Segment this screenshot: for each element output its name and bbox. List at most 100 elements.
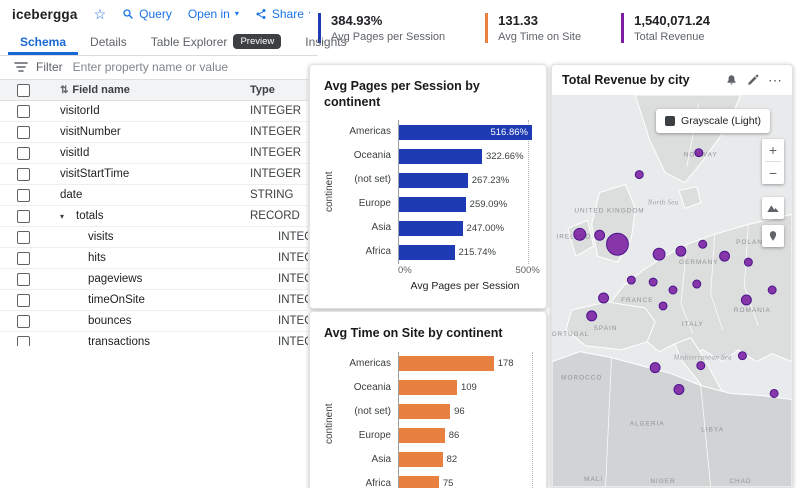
- topbar: icebergga ☆ Query Open in ▾ Share ▾: [0, 0, 313, 28]
- gridline: [532, 351, 533, 488]
- zoom-in-button[interactable]: +: [762, 139, 784, 161]
- row-checkbox[interactable]: [16, 146, 30, 160]
- value-label: 109: [460, 382, 477, 394]
- table-row: transactionsINTEGERNULLABLE: [0, 332, 308, 346]
- bar[interactable]: [399, 196, 466, 212]
- row-checkbox[interactable]: [16, 293, 30, 307]
- table-row: visitsINTEGERNULLABLE: [0, 227, 308, 248]
- map-country-label: NIGER: [650, 478, 675, 485]
- select-all-checkbox[interactable]: [16, 83, 30, 97]
- map-canvas[interactable]: NORWAYNorth SeaUNITED KINGDOMIRELANDGERM…: [552, 95, 792, 487]
- city-revenue-bubble[interactable]: [692, 279, 702, 289]
- star-icon[interactable]: ☆: [94, 6, 107, 23]
- map-sea-label: Mediterranean Sea: [673, 354, 733, 362]
- category-label: (not set): [354, 405, 391, 417]
- city-revenue-bubble[interactable]: [668, 285, 678, 295]
- city-revenue-bubble[interactable]: [634, 170, 644, 180]
- field-name: date: [60, 189, 83, 201]
- chart-title: Avg Time on Site by continent: [324, 326, 503, 340]
- bar[interactable]: [399, 428, 445, 444]
- field-type: INTEGER: [278, 231, 308, 243]
- row-checkbox[interactable]: [16, 125, 30, 139]
- panel-avg-time-on-site: Avg Time on Site by continent continent …: [309, 311, 547, 488]
- bar[interactable]: [399, 356, 494, 372]
- city-revenue-bubble[interactable]: [719, 250, 731, 262]
- city-revenue-bubble[interactable]: [696, 361, 706, 371]
- category-label: Americas: [349, 357, 391, 369]
- filter-input[interactable]: [70, 59, 275, 75]
- row-checkbox[interactable]: [16, 188, 30, 202]
- row-checkbox[interactable]: [16, 209, 30, 223]
- value-label: 82: [446, 454, 458, 466]
- zoom-out-button[interactable]: −: [762, 162, 784, 184]
- kpi-label: Avg Time on Site: [498, 31, 582, 43]
- city-revenue-bubble[interactable]: [740, 294, 752, 306]
- collapse-icon[interactable]: ▾: [60, 212, 76, 221]
- row-checkbox[interactable]: [16, 167, 30, 181]
- city-revenue-bubble[interactable]: [698, 239, 708, 249]
- city-revenue-bubble[interactable]: [652, 247, 666, 261]
- table-row: visitorIdINTEGERNULLABLE: [0, 101, 308, 122]
- plot-area: 516.86% 322.66% 267.23% 259.09% 247.00% 215.7…: [398, 120, 532, 265]
- bar[interactable]: [399, 220, 463, 236]
- city-revenue-bubble[interactable]: [743, 257, 753, 267]
- row-checkbox[interactable]: [16, 314, 30, 328]
- category-axis: Americas Oceania (not set) Europe Asia Africa: [337, 120, 398, 264]
- row-checkbox[interactable]: [16, 104, 30, 118]
- row-checkbox[interactable]: [16, 335, 30, 346]
- bar[interactable]: [399, 172, 468, 188]
- value-label: 267.23%: [471, 174, 510, 186]
- map-title: Total Revenue by city: [562, 73, 690, 87]
- city-revenue-bubble[interactable]: [648, 277, 658, 287]
- map-style-selector[interactable]: Grayscale (Light): [656, 109, 770, 133]
- city-revenue-bubble[interactable]: [694, 148, 704, 158]
- location-button[interactable]: [762, 225, 784, 247]
- city-revenue-bubble[interactable]: [649, 362, 661, 374]
- field-name: timeOnSite: [88, 294, 145, 306]
- row-checkbox[interactable]: [16, 230, 30, 244]
- bar[interactable]: [399, 148, 483, 164]
- value-label: 96: [454, 406, 465, 418]
- tab-table-explorer[interactable]: Table Explorer Preview: [139, 27, 294, 55]
- city-revenue-bubble[interactable]: [586, 310, 598, 322]
- schema-table: ⇅ Field name Type Mode visitorIdINTEGERN…: [0, 79, 308, 346]
- tab-schema[interactable]: Schema: [8, 28, 79, 55]
- tab-insights[interactable]: Insights: [293, 28, 358, 55]
- city-revenue-bubble[interactable]: [606, 232, 629, 256]
- field-name: visitStartTime: [60, 168, 130, 180]
- city-revenue-bubble[interactable]: [675, 245, 687, 257]
- city-revenue-bubble[interactable]: [598, 292, 610, 304]
- value-label: 516.86%: [490, 126, 528, 138]
- city-revenue-bubble[interactable]: [673, 384, 685, 395]
- edit-pencil-icon[interactable]: [747, 74, 759, 86]
- city-revenue-bubble[interactable]: [737, 351, 747, 361]
- column-field-name[interactable]: ⇅ Field name: [46, 84, 250, 96]
- city-revenue-bubble[interactable]: [767, 285, 777, 295]
- open-in-button[interactable]: Open in ▾: [188, 7, 239, 21]
- notifications-bell-icon[interactable]: [725, 74, 738, 87]
- terrain-button[interactable]: [762, 197, 784, 219]
- bar[interactable]: 516.86%: [399, 124, 532, 140]
- city-revenue-bubble[interactable]: [769, 389, 779, 398]
- bar[interactable]: [399, 452, 443, 468]
- bar[interactable]: [399, 244, 455, 260]
- value-label: 215.74%: [458, 246, 497, 258]
- category-label: Africa: [365, 246, 391, 258]
- row-checkbox[interactable]: [16, 251, 30, 265]
- app-logo: icebergga: [12, 6, 78, 22]
- city-revenue-bubble[interactable]: [573, 227, 587, 241]
- value-label: 322.66%: [486, 150, 524, 162]
- tab-details[interactable]: Details: [78, 28, 139, 55]
- share-button[interactable]: Share ▾: [255, 7, 313, 21]
- row-checkbox[interactable]: [16, 272, 30, 286]
- city-revenue-bubble[interactable]: [658, 301, 668, 311]
- chevron-down-icon: ▾: [234, 9, 239, 18]
- city-revenue-bubble[interactable]: [626, 275, 636, 285]
- query-button[interactable]: Query: [122, 7, 172, 21]
- kpi-bar: 384.93% Avg Pages per Session 131.33 Avg Ti…: [310, 0, 800, 56]
- more-options-icon[interactable]: ⋯: [768, 73, 782, 87]
- bar[interactable]: [399, 476, 439, 488]
- bar[interactable]: [399, 380, 457, 396]
- city-revenue-bubble[interactable]: [594, 229, 606, 241]
- bar[interactable]: [399, 404, 451, 420]
